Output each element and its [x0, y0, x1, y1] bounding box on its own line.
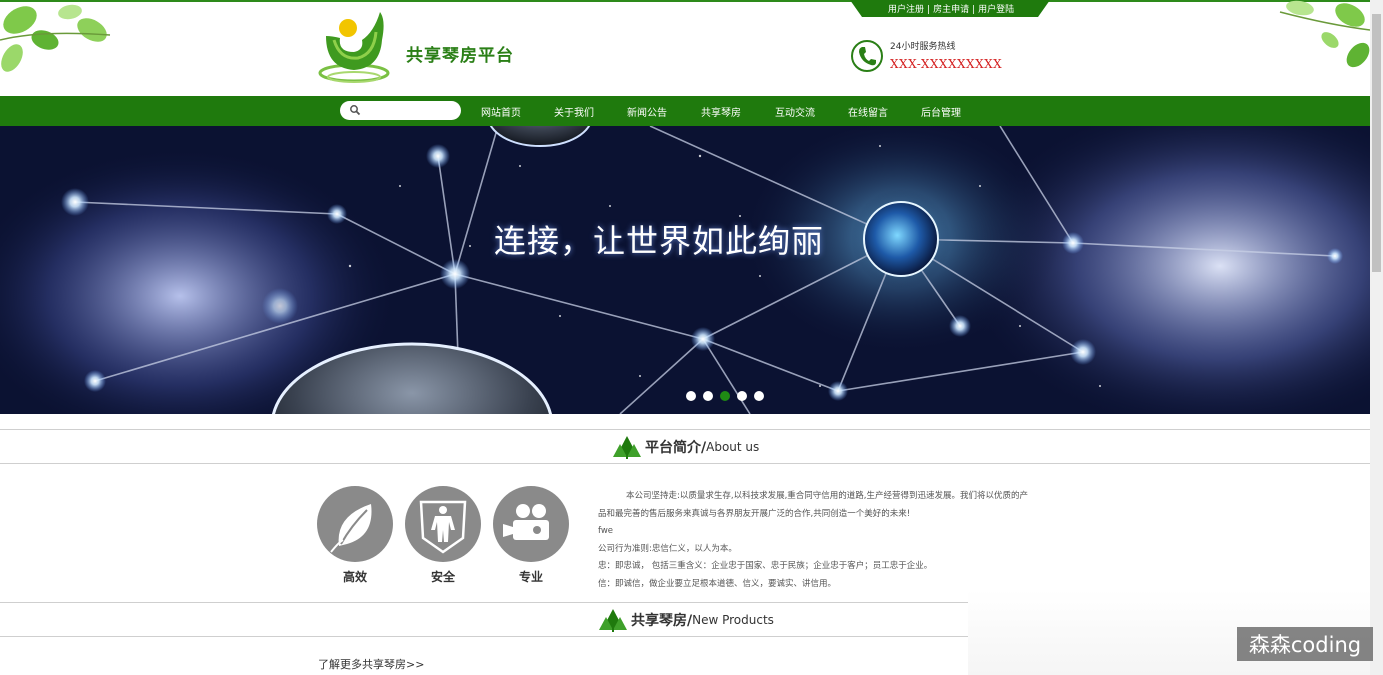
banner-slogan: 连接，让世界如此绚丽 [494, 222, 825, 260]
nav-item-shared-rooms[interactable]: 共享琴房 [701, 104, 741, 119]
slide-dot-5[interactable] [754, 391, 764, 401]
slide-indicators [686, 391, 764, 401]
search-icon[interactable] [349, 104, 361, 116]
nav-item-home[interactable]: 网站首页 [481, 104, 521, 119]
scrollbar-thumb[interactable] [1372, 14, 1381, 272]
tree-icon [599, 609, 627, 632]
tree-icon [613, 436, 641, 459]
leaf-icon [330, 504, 372, 553]
feature-label: 高效 [342, 570, 367, 584]
intro-paragraph: 本公司坚持走:以质量求生存,以科技求发展,重合同守信用的道路,生产经营得到迅速发… [626, 491, 1028, 501]
slide-dot-1[interactable] [686, 391, 696, 401]
feature-professional: 专业 [493, 486, 569, 585]
nav-item-message[interactable]: 在线留言 [848, 104, 888, 119]
intro-paragraph: 品和最完善的售后服务来真诚与各界朋友开展广泛的合作,共同创造一个美好的未来! [598, 508, 911, 519]
login-link[interactable]: 用户登陆 [978, 5, 1014, 15]
feature-efficient: 高效 [317, 486, 393, 585]
products-title-cn: 共享琴房/ [631, 613, 693, 629]
nav-item-news[interactable]: 新闻公告 [627, 104, 667, 119]
user-links: 用户注册 | 房主申请 | 用户登陆 [888, 5, 1015, 15]
hero-banner[interactable]: 连接，让世界如此绚丽 [0, 126, 1370, 414]
hotline-label: 24小时服务热线 [890, 42, 956, 52]
about-heading: 平台简介/About us [613, 435, 759, 459]
register-link[interactable]: 用户注册 [888, 5, 924, 15]
top-accent-line [0, 0, 1370, 2]
intro-paragraph: 忠：即忠诚， 包括三重含义：企业忠于国家、忠于民族；企业忠于客户；员工忠于企业。 [598, 561, 933, 571]
watermark: 森森coding [1237, 627, 1373, 661]
slide-dot-3[interactable] [720, 391, 730, 401]
section-divider-top [0, 429, 1370, 430]
more-rooms-link[interactable]: 了解更多共享琴房>> [318, 656, 424, 672]
feature-label: 专业 [518, 570, 543, 584]
search-input[interactable] [364, 103, 456, 118]
feature-label: 安全 [430, 570, 455, 584]
shield-person-icon [419, 500, 467, 554]
nav-item-about[interactable]: 关于我们 [554, 104, 594, 119]
page-scrollbar[interactable] [1370, 0, 1383, 675]
camera-icon [503, 504, 549, 540]
slide-dot-2[interactable] [703, 391, 713, 401]
nav-item-interaction[interactable]: 互动交流 [775, 104, 815, 119]
leaves-decoration-left [0, 4, 111, 72]
products-title-en: New Products [692, 613, 774, 627]
about-intro-text: 本公司坚持走:以质量求生存,以科技求发展,重合同守信用的道路,生产经营得到迅速发… [598, 488, 1048, 593]
slide-dot-4[interactable] [737, 391, 747, 401]
leaves-decoration-right [1279, 0, 1370, 68]
owner-apply-link[interactable]: 房主申请 [933, 5, 969, 15]
feature-secure: 安全 [405, 486, 481, 585]
products-heading: 共享琴房/New Products [599, 608, 774, 632]
space-illustration [0, 126, 1370, 414]
nav-item-admin[interactable]: 后台管理 [921, 104, 961, 119]
phone-icon [851, 40, 883, 72]
about-title-en: About us [706, 440, 760, 454]
main-nav-bar [0, 96, 1370, 126]
site-logo[interactable] [318, 10, 390, 86]
intro-paragraph: fwe [598, 526, 614, 536]
search-box [340, 101, 461, 120]
about-title-cn: 平台简介/ [645, 440, 707, 456]
section-divider-bottom [0, 636, 968, 637]
site-title: 共享琴房平台 [406, 46, 514, 66]
intro-paragraph: 公司行为准则:忠信仁义，以人为本。 [598, 543, 737, 554]
hotline-number: XXX-XXXXXXXXX [890, 57, 1003, 71]
section-divider-bottom [0, 463, 1370, 464]
